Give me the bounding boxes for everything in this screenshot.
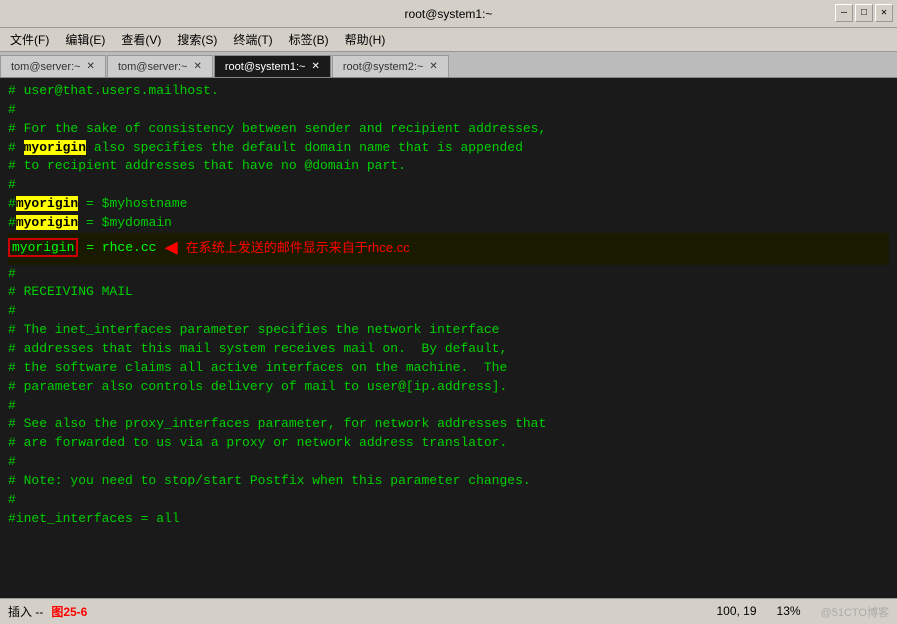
line-19: # — [8, 453, 889, 472]
tab-root1[interactable]: root@system1:~ ✕ — [214, 55, 331, 77]
tab-tom2[interactable]: tom@server:~ ✕ — [107, 55, 213, 77]
status-bar: 插入 -- 图25-6 100, 19 13% @51CTO博客 — [0, 598, 897, 624]
menu-help[interactable]: 帮助(H) — [339, 29, 392, 50]
tab-label-root2: root@system2:~ — [343, 61, 424, 73]
line-22: #inet_interfaces = all — [8, 510, 889, 529]
line-1: # user@that.users.mailhost. — [8, 82, 889, 101]
line-11: # — [8, 302, 889, 321]
tab-label-tom2: tom@server:~ — [118, 61, 188, 73]
myorigin-value: = rhce.cc — [78, 240, 156, 255]
line-6: # — [8, 176, 889, 195]
status-right: 100, 19 13% @51CTO博客 — [716, 604, 889, 620]
line-17: # See also the proxy_interfaces paramete… — [8, 415, 889, 434]
line-9: # — [8, 265, 889, 284]
tab-close-root1[interactable]: ✕ — [311, 61, 319, 72]
line-13: # addresses that this mail system receiv… — [8, 340, 889, 359]
terminal-content[interactable]: # user@that.users.mailhost. # # For the … — [0, 78, 897, 598]
menu-terminal[interactable]: 终端(T) — [227, 29, 278, 50]
status-zoom: 13% — [777, 604, 801, 620]
line-3: # For the sake of consistency between se… — [8, 120, 889, 139]
status-figure-label: 图25-6 — [51, 603, 87, 620]
line-4: # myorigin also specifies the default do… — [8, 139, 889, 158]
line-20: # Note: you need to stop/start Postfix w… — [8, 472, 889, 491]
status-insert-label: 插入 -- — [8, 603, 43, 620]
menu-edit[interactable]: 编辑(E) — [59, 29, 111, 50]
menu-bar: 文件(F) 编辑(E) 查看(V) 搜索(S) 终端(T) 标签(B) 帮助(H… — [0, 28, 897, 52]
line-14: # the software claims all active interfa… — [8, 359, 889, 378]
line-7: #myorigin = $myhostname — [8, 195, 889, 214]
line-5: # to recipient addresses that have no @d… — [8, 157, 889, 176]
annotation-text: 在系统上发送的邮件显示来自于rhce.cc — [186, 239, 410, 258]
tab-close-tom1[interactable]: ✕ — [87, 61, 95, 72]
minimize-button[interactable]: — — [835, 4, 853, 22]
line-16: # — [8, 397, 889, 416]
highlight-myorigin-2: myorigin — [16, 196, 78, 211]
window-title: root@system1:~ — [405, 7, 493, 21]
line-12: # The inet_interfaces parameter specifie… — [8, 321, 889, 340]
line-8: #myorigin = $mydomain — [8, 214, 889, 233]
tab-close-root2[interactable]: ✕ — [429, 61, 437, 72]
menu-file[interactable]: 文件(F) — [4, 29, 55, 50]
tab-root2[interactable]: root@system2:~ ✕ — [332, 55, 449, 77]
status-position: 100, 19 — [716, 604, 756, 620]
line-21: # — [8, 491, 889, 510]
tab-tom1[interactable]: tom@server:~ ✕ — [0, 55, 106, 77]
line-2: # — [8, 101, 889, 120]
tab-bar: tom@server:~ ✕ tom@server:~ ✕ root@syste… — [0, 52, 897, 78]
highlight-myorigin-3: myorigin — [16, 215, 78, 230]
close-button[interactable]: ✕ — [875, 4, 893, 22]
menu-view[interactable]: 查看(V) — [115, 29, 167, 50]
menu-search[interactable]: 搜索(S) — [171, 29, 223, 50]
status-left: 插入 -- 图25-6 — [8, 603, 87, 620]
line-18: # are forwarded to us via a proxy or net… — [8, 434, 889, 453]
menu-tabs[interactable]: 标签(B) — [283, 29, 335, 50]
window-controls[interactable]: — □ ✕ — [835, 4, 893, 22]
line-15: # parameter also controls delivery of ma… — [8, 378, 889, 397]
watermark-text: @51CTO博客 — [821, 604, 889, 620]
myorigin-boxed: myorigin — [8, 238, 78, 257]
highlight-myorigin-1: myorigin — [24, 140, 86, 155]
title-bar: root@system1:~ — □ ✕ — [0, 0, 897, 28]
annotation-line: myorigin = rhce.cc ◀ 在系统上发送的邮件显示来自于rhce.… — [8, 233, 889, 265]
red-arrow-icon: ◀ — [164, 233, 177, 265]
line-10: # RECEIVING MAIL — [8, 283, 889, 302]
maximize-button[interactable]: □ — [855, 4, 873, 22]
tab-label-root1: root@system1:~ — [225, 61, 306, 73]
tab-close-tom2[interactable]: ✕ — [193, 61, 201, 72]
tab-label-tom1: tom@server:~ — [11, 61, 81, 73]
